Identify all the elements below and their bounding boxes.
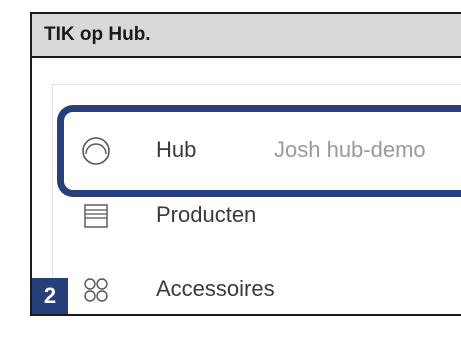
menu-item-label: Accessoires — [156, 276, 275, 301]
hub-name: Josh hub-demo — [274, 137, 426, 162]
step-number-badge: 2 — [32, 278, 68, 314]
menu-item-label: Hub — [156, 137, 197, 162]
instruction-frame: TIK op Hub. Hub Josh hub-demo Producten — [30, 12, 461, 316]
title-bar: TIK op Hub. — [32, 14, 461, 58]
menu-item-label: Producten — [156, 202, 257, 227]
menu-item-hub[interactable]: Hub Josh hub-demo — [52, 129, 461, 173]
circle-icon — [80, 135, 112, 167]
menu-item-producten[interactable]: Producten — [52, 194, 461, 238]
four-circles-icon — [80, 274, 112, 306]
menu-item-accessoires[interactable]: Accessoires — [52, 268, 461, 312]
instruction-title: TIK op Hub. — [44, 24, 151, 45]
list-icon — [80, 200, 112, 232]
